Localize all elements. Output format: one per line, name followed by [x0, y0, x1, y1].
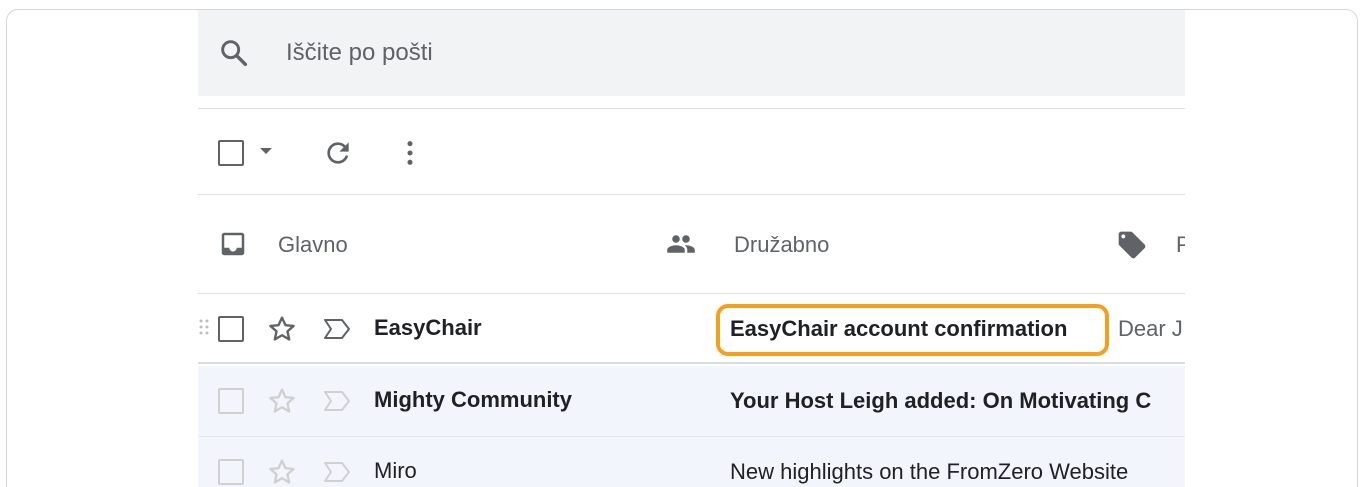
search-bar[interactable] — [198, 10, 1185, 96]
select-all-checkbox[interactable] — [218, 140, 244, 166]
important-marker-icon[interactable] — [322, 459, 352, 485]
star-icon[interactable] — [266, 313, 298, 345]
drag-handle-icon[interactable] — [198, 318, 210, 340]
email-snippet: Dear J — [1118, 316, 1183, 341]
gmail-viewport: Glavno Družabno P — [198, 10, 1185, 487]
email-subject: EasyChair account confirmation — [730, 316, 1068, 341]
divider — [198, 108, 1185, 109]
tab-label: Družabno — [734, 232, 830, 257]
email-sender: Mighty Community — [374, 387, 572, 412]
people-icon — [667, 235, 695, 253]
row-checkbox[interactable] — [218, 388, 244, 414]
tag-icon — [1118, 231, 1146, 259]
email-subject: New highlights on the FromZero Website — [730, 459, 1129, 484]
browser-frame: Glavno Družabno P — [6, 9, 1358, 487]
table-row[interactable]: Miro New highlights on the FromZero Webs… — [198, 437, 1185, 487]
tab-label: P — [1176, 232, 1185, 258]
more-vert-icon[interactable] — [394, 137, 426, 169]
star-icon[interactable] — [266, 456, 298, 487]
table-row[interactable]: Mighty Community Your Host Leigh added: … — [198, 366, 1185, 436]
refresh-icon[interactable] — [322, 137, 354, 169]
email-sender: EasyChair — [374, 315, 482, 340]
chevron-down-icon[interactable] — [260, 148, 272, 154]
tab-promotions[interactable]: P — [1088, 195, 1185, 293]
search-input[interactable] — [286, 36, 886, 70]
table-row[interactable]: EasyChair EasyChair account confirmation… — [198, 294, 1185, 364]
email-subject: Your Host Leigh added: On Motivating C — [730, 388, 1152, 413]
tab-label: Glavno — [278, 232, 348, 257]
important-marker-icon[interactable] — [322, 388, 352, 414]
row-checkbox[interactable] — [218, 316, 244, 342]
tab-primary[interactable]: Glavno — [198, 195, 648, 293]
email-sender: Miro — [374, 458, 417, 483]
star-icon[interactable] — [266, 385, 298, 417]
search-icon[interactable] — [218, 37, 250, 69]
tab-social[interactable]: Družabno — [648, 195, 1088, 293]
toolbar — [198, 110, 1185, 194]
inbox-icon — [221, 232, 245, 256]
important-marker-icon[interactable] — [322, 316, 352, 342]
category-tabs: Glavno Družabno P — [198, 195, 1185, 293]
row-checkbox[interactable] — [218, 459, 244, 485]
